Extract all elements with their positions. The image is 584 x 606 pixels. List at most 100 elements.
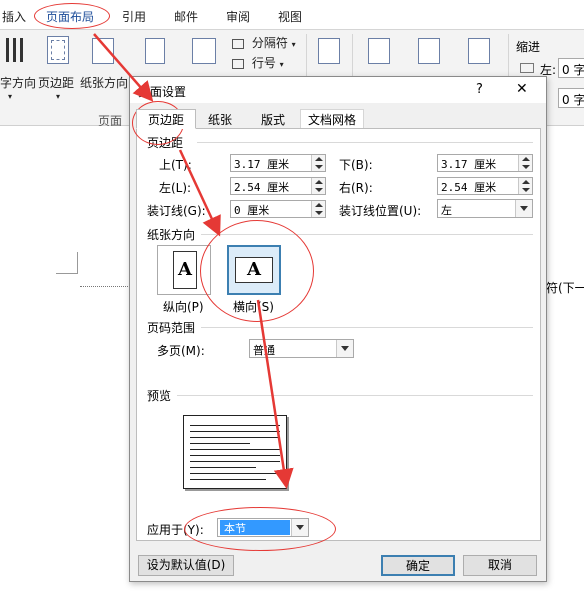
bottom-margin-value: 3.17 厘米: [441, 158, 497, 171]
page-setup-dialog: 页面设置 ? ✕ 页边距 纸张 版式 文档网格 页边距 上(T): 3.17 厘…: [129, 76, 547, 582]
tab-insert[interactable]: 插入: [2, 8, 26, 25]
margins-label: 页边距: [38, 76, 75, 90]
landscape-option[interactable]: A: [227, 245, 281, 295]
line-numbers-icon: [232, 58, 244, 69]
tab-view[interactable]: 视图: [278, 8, 302, 25]
section-divider: [197, 142, 533, 143]
preview-section-title: 预览: [147, 389, 172, 403]
tab-page-layout[interactable]: 页面布局: [46, 8, 94, 25]
gutter-spinner[interactable]: 0 厘米: [230, 200, 326, 218]
top-margin-label: 上(T):: [159, 158, 192, 172]
chevron-down-icon: ▾: [291, 40, 296, 49]
margins-section-title: 页边距: [147, 136, 184, 150]
bottom-margin-spinner[interactable]: 3.17 厘米: [437, 154, 533, 172]
columns-icon[interactable]: [192, 38, 216, 64]
ribbon-tab-bar: 插入 页面布局 引用 邮件 审阅 视图: [0, 0, 584, 31]
page-color-icon[interactable]: [368, 38, 390, 64]
apply-to-select[interactable]: 本节: [217, 518, 309, 537]
margins-icon: [47, 36, 69, 64]
orientation-button[interactable]: 纸张方向: [80, 36, 130, 96]
chevron-down-icon: ▾: [8, 92, 13, 101]
top-margin-value: 3.17 厘米: [234, 158, 290, 171]
ok-button[interactable]: 确定: [381, 555, 455, 576]
multiple-pages-value: 普通: [253, 344, 275, 357]
tab-references[interactable]: 引用: [122, 8, 146, 25]
section-divider: [177, 395, 533, 396]
page-setup-extra-icon[interactable]: [468, 38, 490, 64]
left-margin-label: 左(L):: [159, 181, 192, 195]
portrait-label: 纵向(P): [163, 300, 204, 314]
chevron-down-icon[interactable]: [336, 340, 353, 357]
breaks-icon: [232, 38, 244, 49]
pages-section-title: 页码范围: [147, 321, 196, 335]
section-divider: [201, 327, 533, 328]
indent-right-input[interactable]: 0 字: [558, 88, 584, 108]
tab-layout[interactable]: 版式: [250, 109, 296, 129]
chevron-down-icon[interactable]: [291, 519, 308, 536]
page-border-icon[interactable]: [418, 38, 440, 64]
close-icon[interactable]: ✕: [516, 81, 528, 97]
multiple-pages-select[interactable]: 普通: [249, 339, 354, 358]
margin-corner-mark: [56, 252, 78, 274]
chevron-down-icon: ▾: [56, 92, 61, 101]
spinner-arrows-icon[interactable]: [518, 155, 532, 171]
bottom-margin-label: 下(B):: [339, 158, 373, 172]
cancel-button[interactable]: 取消: [463, 555, 537, 576]
orientation-icon: [92, 38, 114, 64]
section-break-line: [80, 286, 128, 287]
text-direction-icon: [6, 38, 24, 62]
dialog-titlebar[interactable]: 页面设置 ? ✕: [130, 77, 546, 103]
margins-tab-page: 页边距 上(T): 3.17 厘米 下(B): 3.17 厘米 左(L): 2.…: [136, 128, 541, 541]
indent-left-icon: [520, 63, 534, 73]
tab-document-grid[interactable]: 文档网格: [300, 109, 364, 129]
spinner-arrows-icon[interactable]: [311, 201, 325, 217]
spinner-arrows-icon[interactable]: [311, 178, 325, 194]
breaks-label: 分隔符: [251, 36, 288, 50]
landscape-label: 横向(S): [233, 300, 274, 314]
multiple-pages-label: 多页(M):: [157, 344, 205, 358]
tab-paper[interactable]: 纸张: [196, 109, 244, 129]
text-direction-button[interactable]: 字方向 ▾: [0, 36, 37, 101]
margins-button[interactable]: 页边距 ▾: [38, 36, 78, 101]
landscape-page-icon: A: [235, 257, 273, 283]
spinner-arrows-icon[interactable]: [311, 155, 325, 171]
size-icon[interactable]: [145, 38, 165, 64]
portrait-page-icon: A: [173, 251, 197, 289]
right-margin-value: 2.54 厘米: [441, 181, 497, 194]
text-direction-label: 字方向: [0, 76, 37, 90]
gutter-value: 0 厘米: [234, 204, 270, 217]
section-divider: [201, 234, 533, 235]
apply-to-value: 本节: [220, 520, 290, 535]
line-numbers-label: 行号: [251, 56, 276, 70]
dialog-title: 页面设置: [138, 85, 187, 99]
orientation-section-title: 纸张方向: [147, 228, 196, 242]
breaks-button[interactable]: 分隔符 ▾: [232, 34, 302, 52]
spinner-arrows-icon[interactable]: [518, 178, 532, 194]
indent-header: 缩进: [516, 40, 541, 54]
tab-review[interactable]: 审阅: [226, 8, 250, 25]
chevron-down-icon[interactable]: [515, 200, 532, 217]
preview-page: [183, 415, 287, 489]
gutter-position-label: 装订线位置(U):: [339, 204, 422, 218]
watermark-icon[interactable]: [318, 38, 340, 64]
portrait-option[interactable]: A: [157, 245, 211, 295]
gutter-position-value: 左: [441, 204, 452, 217]
tab-mailings[interactable]: 邮件: [174, 8, 198, 25]
chevron-down-icon: ▾: [279, 60, 284, 69]
tab-margins[interactable]: 页边距: [136, 109, 196, 129]
orientation-label: 纸张方向: [80, 76, 129, 90]
help-icon[interactable]: ?: [476, 82, 483, 97]
apply-to-label: 应用于(Y):: [147, 523, 204, 537]
set-as-default-button[interactable]: 设为默认值(D): [138, 555, 234, 576]
top-margin-spinner[interactable]: 3.17 厘米: [230, 154, 326, 172]
gutter-label: 装订线(G):: [147, 204, 206, 218]
document-text-fragment: 符(下一: [546, 281, 584, 295]
gutter-position-select[interactable]: 左: [437, 199, 533, 218]
indent-left-input[interactable]: 0 字: [558, 58, 584, 78]
left-margin-value: 2.54 厘米: [234, 181, 290, 194]
indent-left-value: 0 字: [562, 63, 584, 77]
right-margin-label: 右(R):: [339, 181, 373, 195]
right-margin-spinner[interactable]: 2.54 厘米: [437, 177, 533, 195]
line-numbers-button[interactable]: 行号 ▾: [232, 54, 302, 72]
left-margin-spinner[interactable]: 2.54 厘米: [230, 177, 326, 195]
